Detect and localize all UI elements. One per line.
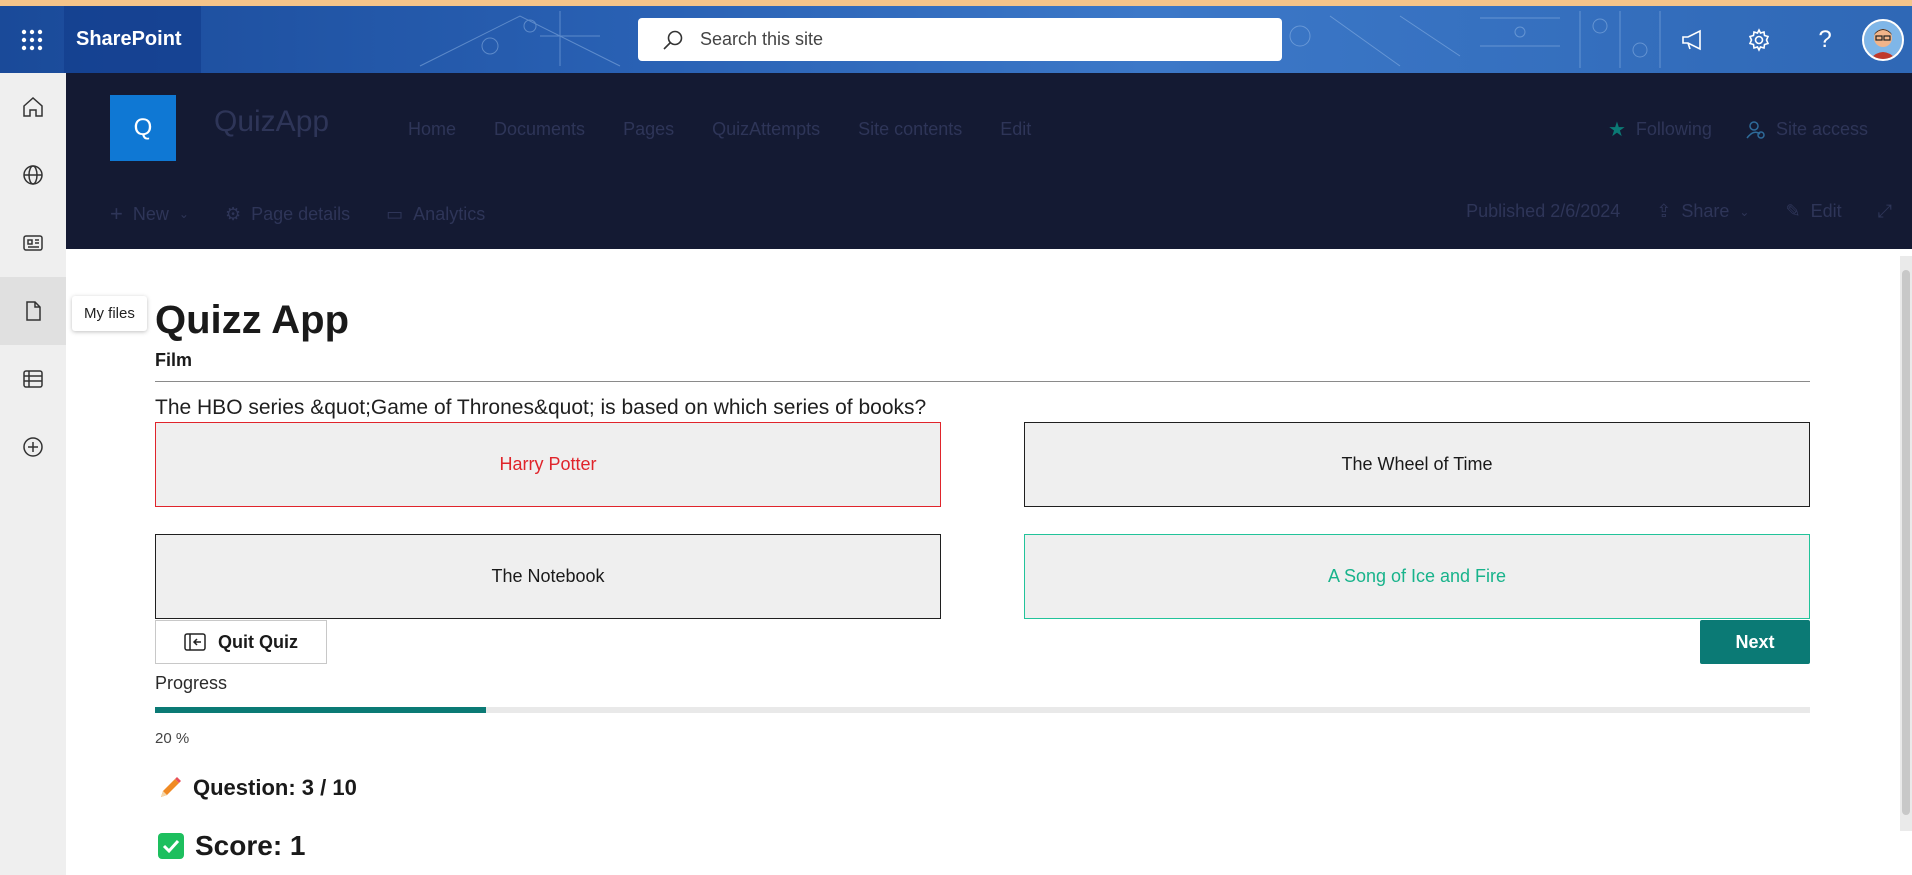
nav-documents[interactable]: Documents (494, 119, 585, 140)
nav-home[interactable]: Home (408, 119, 456, 140)
new-button[interactable]: + New ⌄ (110, 201, 189, 227)
news-icon (23, 235, 43, 251)
command-bar: + New ⌄ ⚙ Page details ▭ Analytics (110, 201, 485, 227)
settings-button[interactable] (1726, 6, 1792, 73)
answer-option-4[interactable]: A Song of Ice and Fire (1024, 534, 1810, 619)
nav-site-contents[interactable]: Site contents (858, 119, 962, 140)
site-nav: Home Documents Pages QuizAttempts Site c… (408, 119, 1031, 140)
nav-pages[interactable]: Pages (623, 119, 674, 140)
site-header-actions: ★ Following Site access (1608, 117, 1868, 142)
search-placeholder: Search this site (700, 29, 824, 49)
site-header: Q QuizApp Home Documents Pages QuizAttem… (66, 73, 1912, 249)
user-avatar-icon (1864, 20, 1902, 59)
plus-icon: + (110, 201, 123, 226)
question-mark-icon: ? (1818, 25, 1832, 53)
scrollbar-thumb[interactable] (1902, 270, 1910, 815)
analytics-button[interactable]: ▭ Analytics (386, 201, 485, 227)
score-text: Score: 1 (195, 830, 306, 861)
appbar-lists[interactable] (0, 345, 66, 413)
site-logo[interactable]: Q (110, 95, 176, 161)
answer-option-1[interactable]: Harry Potter (155, 422, 941, 507)
file-icon (26, 301, 41, 321)
app-bar (0, 73, 66, 875)
progress-bar (155, 707, 1810, 713)
site-title[interactable]: QuizApp (214, 105, 329, 139)
score-display: Score: 1 (157, 830, 306, 862)
quit-quiz-button[interactable]: Quit Quiz (155, 620, 327, 664)
question-counter-text: Question: 3 / 10 (193, 775, 357, 800)
question-counter: Question: 3 / 10 (157, 775, 357, 801)
progress-fill (155, 707, 486, 713)
checkmark-icon (158, 833, 184, 859)
appbar-sites[interactable] (0, 141, 66, 209)
app-launcher-button[interactable] (0, 6, 64, 73)
progress-percent: 20 % (155, 730, 190, 747)
pencil-icon (161, 777, 181, 797)
progress-label: Progress (155, 673, 228, 693)
list-icon (23, 370, 43, 388)
avatar[interactable] (1862, 18, 1904, 61)
expand-icon: ⤢ (1877, 201, 1892, 221)
appbar-home[interactable] (0, 73, 66, 141)
appbar-my-files[interactable] (0, 277, 66, 345)
site-access-button[interactable]: Site access (1746, 117, 1868, 142)
exit-icon (184, 633, 206, 651)
chevron-down-icon: ⌄ (1739, 204, 1750, 219)
my-files-tooltip: My files (72, 296, 147, 331)
suite-bar: SharePoint Search this site ? (0, 6, 1912, 73)
search-icon (663, 30, 683, 50)
nav-quizattempts[interactable]: QuizAttempts (712, 119, 820, 140)
chevron-down-icon: ⌄ (178, 207, 189, 221)
page-details-button[interactable]: ⚙ Page details (225, 201, 350, 227)
answer-option-3[interactable]: The Notebook (155, 534, 941, 619)
quiz-category: Film (155, 350, 193, 370)
nav-edit[interactable]: Edit (1000, 119, 1031, 140)
gear-icon (1748, 27, 1770, 52)
home-icon (23, 96, 43, 117)
answer-option-2[interactable]: The Wheel of Time (1024, 422, 1810, 507)
share-label: Share (1681, 201, 1730, 221)
edit-label: Edit (1810, 201, 1842, 221)
star-icon: ★ (1607, 119, 1626, 141)
announcements-button[interactable] (1660, 6, 1726, 73)
globe-icon (23, 165, 43, 185)
sharepoint-brand-link[interactable]: SharePoint (64, 6, 201, 73)
following-button[interactable]: ★ Following (1608, 117, 1712, 142)
appbar-news[interactable] (0, 209, 66, 277)
page-details-label: Page details (251, 203, 351, 224)
page-scrollbar[interactable] (1900, 256, 1912, 831)
share-icon: ⇪ (1656, 201, 1672, 221)
waffle-icon (21, 29, 43, 50)
megaphone-icon (1682, 29, 1701, 50)
edit-button[interactable]: ✎ Edit (1785, 201, 1841, 222)
following-label: Following (1635, 119, 1712, 139)
analytics-label: Analytics (413, 203, 486, 224)
help-button[interactable]: ? (1792, 6, 1858, 73)
pencil-icon: ✎ (1785, 201, 1801, 221)
next-button[interactable]: Next (1700, 620, 1810, 664)
people-settings-icon (1746, 120, 1765, 139)
site-access-label: Site access (1775, 119, 1868, 139)
quit-quiz-label: Quit Quiz (218, 631, 298, 652)
page-title: Quizz App (155, 298, 350, 342)
question-text: The HBO series &quot;Game of Thrones&quo… (155, 396, 927, 419)
add-circle-icon (23, 437, 43, 457)
divider (155, 381, 1810, 382)
search-box[interactable]: Search this site (638, 18, 1282, 61)
analytics-icon: ▭ (386, 203, 404, 224)
expand-button[interactable]: ⤢ (1878, 201, 1892, 222)
published-status: Published 2/6/2024 (1466, 201, 1621, 221)
suite-actions: ? (1660, 6, 1912, 73)
new-label: New (132, 203, 169, 224)
gear-icon: ⚙ (224, 203, 242, 224)
share-button[interactable]: ⇪ Share ⌄ (1656, 201, 1749, 222)
appbar-create[interactable] (0, 413, 66, 481)
command-bar-right: Published 2/6/2024 ⇪ Share ⌄ ✎ Edit ⤢ (1466, 201, 1892, 222)
